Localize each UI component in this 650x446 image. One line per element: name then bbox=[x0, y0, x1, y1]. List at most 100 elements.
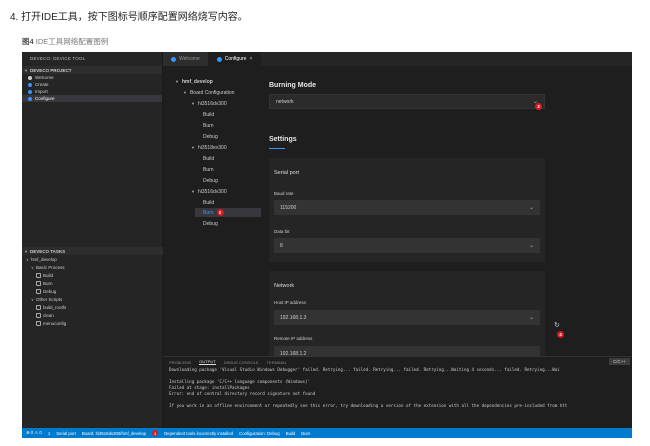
tree-root[interactable]: ▼ hmf_develop bbox=[175, 77, 213, 86]
sidebar-item-configure[interactable]: Configure bbox=[22, 95, 162, 102]
chevron-down-icon: ∨ bbox=[26, 256, 29, 262]
task-menuconfig[interactable]: menuconfig bbox=[22, 319, 163, 327]
tree-item-label: Burn bbox=[203, 209, 214, 216]
home-icon bbox=[28, 75, 32, 80]
task-build[interactable]: Build bbox=[22, 271, 163, 279]
chevron-down-icon: ∨ bbox=[31, 264, 34, 270]
data-bit-select[interactable]: 8 ⌄ bbox=[274, 238, 540, 253]
configuration-status[interactable]: Configuration: Debug bbox=[239, 431, 280, 436]
status-bar: ⊗ 0 ⚠ 0 1 Serial port Board: hi3516dv300… bbox=[22, 428, 632, 438]
tree-item-label: Debug bbox=[203, 220, 218, 227]
task-root-label: hmf_develop bbox=[30, 256, 57, 262]
tree-root-label: hmf_develop bbox=[181, 78, 213, 85]
task-root[interactable]: ∨ hmf_develop bbox=[22, 255, 163, 263]
script-icon bbox=[36, 304, 41, 310]
count-indicator: 1 bbox=[47, 430, 51, 436]
serial-port-status[interactable]: Serial port bbox=[56, 431, 76, 436]
board-status[interactable]: Board: hi3516dv300/hmf_develop bbox=[82, 431, 146, 436]
tree-board-config[interactable]: ▼ Board Configuration bbox=[183, 88, 234, 97]
sidebar-item-import[interactable]: Import bbox=[22, 88, 162, 95]
project-section-header[interactable]: ▼ DEVECO PROJECT bbox=[22, 66, 162, 74]
chevron-down-icon: ▼ bbox=[191, 189, 195, 194]
step-badge: 4 bbox=[557, 331, 564, 338]
sidebar-item-create[interactable]: Create bbox=[22, 81, 162, 88]
close-icon[interactable]: × bbox=[249, 56, 252, 62]
task-build-rootfs[interactable]: build_rootfs bbox=[22, 303, 163, 311]
output-log: Downloading package 'Visual Studio Windo… bbox=[163, 367, 632, 409]
tree-board-2-build[interactable]: Build bbox=[203, 154, 214, 163]
tree-board-1-burn[interactable]: Burn bbox=[203, 121, 214, 130]
task-group-basic[interactable]: ∨ Basic Process bbox=[22, 263, 163, 271]
tree-board-3-build[interactable]: Build bbox=[203, 198, 214, 207]
baud-rate-select[interactable]: 115200 ⌄ bbox=[274, 200, 540, 215]
tree-board-1-debug[interactable]: Debug bbox=[203, 132, 218, 141]
tree-board-2-debug[interactable]: Debug bbox=[203, 176, 218, 185]
tree-item-label: Build bbox=[203, 199, 215, 206]
tree-board-1-build[interactable]: Build bbox=[203, 110, 214, 119]
burn-status[interactable]: Burn bbox=[301, 431, 310, 436]
tasks-section-label: DEVECO TASKS bbox=[29, 248, 66, 254]
sidebar-item-label: Welcome bbox=[35, 75, 54, 80]
chevron-down-icon: ∨ bbox=[31, 296, 34, 302]
sidebar-item-welcome[interactable]: Welcome bbox=[22, 74, 162, 81]
tree-board-label: hi3516dv300 bbox=[197, 188, 227, 195]
step-badge: 2 bbox=[216, 209, 224, 216]
host-ip-select[interactable]: 192.168.1.3 ⌄ bbox=[274, 310, 540, 325]
output-panel: PROBLEMS OUTPUT DEBUG CONSOLE TERMINAL C… bbox=[163, 356, 632, 428]
task-label: Burn bbox=[43, 280, 53, 286]
burning-mode-heading: Burning Mode bbox=[269, 82, 317, 89]
network-title: Network bbox=[274, 283, 295, 289]
tree-board-3[interactable]: ▼ hi3516dv300 bbox=[191, 187, 227, 196]
task-group-label: Basic Process bbox=[35, 264, 65, 270]
tab-problems[interactable]: PROBLEMS bbox=[169, 360, 191, 365]
remote-ip-label: Remote IP address bbox=[274, 336, 313, 341]
settings-heading: Settings bbox=[269, 136, 297, 143]
tree-board-label: hi3518ev300 bbox=[197, 144, 227, 151]
task-burn[interactable]: Burn bbox=[22, 279, 163, 287]
task-group-label: Other Scripts bbox=[35, 296, 63, 302]
tab-terminal[interactable]: TERMINAL bbox=[267, 360, 287, 365]
tab-label: Configure bbox=[224, 56, 247, 62]
output-channel-select[interactable]: C/C++ bbox=[608, 358, 630, 365]
baud-rate-value: 115200 bbox=[280, 204, 297, 211]
figure-caption: 图4 IDE工具网络配置图例 bbox=[22, 36, 108, 47]
build-icon bbox=[36, 272, 41, 278]
task-group-other[interactable]: ∨ Other Scripts bbox=[22, 295, 163, 303]
tab-label: Welcome bbox=[179, 56, 200, 62]
tree-board-3-debug[interactable]: Debug bbox=[203, 219, 218, 228]
tab-output[interactable]: OUTPUT bbox=[199, 359, 216, 365]
doc-step-text: 4. 打开IDE工具，按下图标号顺序配置网络烧写内容。 bbox=[10, 12, 248, 23]
tree-board-label: hi3516dv300 bbox=[197, 100, 227, 107]
refresh-icon[interactable]: ↻ bbox=[554, 321, 560, 329]
problems-indicator[interactable]: ⊗ 0 ⚠ 0 bbox=[26, 430, 42, 436]
serial-port-title: Serial port bbox=[274, 170, 300, 176]
tab-configure[interactable]: Configure × bbox=[208, 52, 262, 66]
task-label: build_rootfs bbox=[43, 304, 67, 310]
burn-icon bbox=[36, 280, 41, 286]
tree-item-label: Burn bbox=[203, 166, 214, 173]
tree-board-2[interactable]: ▼ hi3518ev300 bbox=[191, 143, 227, 152]
tree-board-2-burn[interactable]: Burn bbox=[203, 165, 214, 174]
tree-board-1[interactable]: ▼ hi3516dv300 bbox=[191, 99, 227, 108]
tree-board-3-burn[interactable]: Burn 2 bbox=[195, 208, 261, 217]
tasks-section-header[interactable]: ▼ DEVECO TASKS bbox=[22, 247, 163, 255]
tab-welcome[interactable]: Welcome bbox=[163, 52, 209, 66]
host-ip-value: 192.168.1.3 bbox=[280, 314, 307, 321]
debug-icon bbox=[36, 288, 41, 294]
sidebar-title: DEVECO: DEVICE TOOL bbox=[30, 56, 86, 61]
figure-caption-text: IDE工具网络配置图例 bbox=[33, 37, 109, 46]
burning-mode-select[interactable]: network ⌄ bbox=[269, 94, 545, 109]
panel-tabs: PROBLEMS OUTPUT DEBUG CONSOLE TERMINAL bbox=[163, 357, 632, 367]
task-debug[interactable]: Debug bbox=[22, 287, 163, 295]
build-status[interactable]: Build bbox=[286, 431, 296, 436]
figure-caption-number: 图4 bbox=[22, 37, 34, 46]
script-icon bbox=[36, 312, 41, 318]
tree-board-config-label: Board Configuration bbox=[189, 89, 235, 96]
tab-debug-console[interactable]: DEBUG CONSOLE bbox=[224, 360, 259, 365]
editor-tabs: Welcome Configure × bbox=[163, 52, 632, 66]
sidebar: DEVECO: DEVICE TOOL ▼ DEVECO PROJECT Wel… bbox=[22, 52, 163, 428]
task-clean[interactable]: clean bbox=[22, 311, 163, 319]
script-icon bbox=[36, 320, 41, 326]
chevron-down-icon: ⌄ bbox=[528, 205, 534, 211]
devtools-status[interactable]: Dependent tools incorrectly installed bbox=[164, 431, 233, 436]
